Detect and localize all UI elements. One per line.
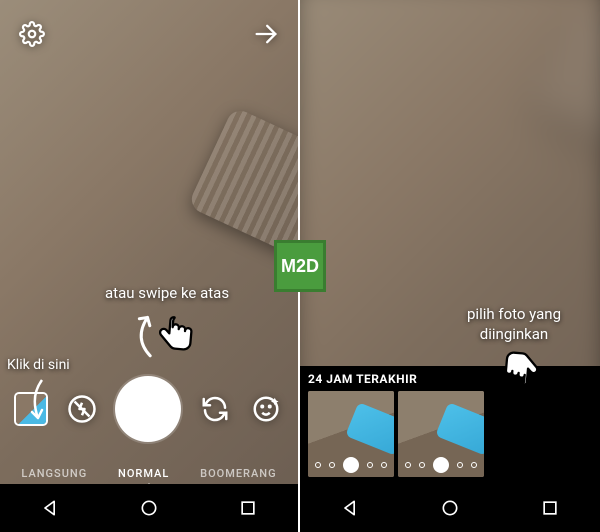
arrow-to-thumbnail: [24, 378, 54, 426]
gallery-panel[interactable]: 24 JAM TERAKHIR: [300, 366, 600, 484]
nav-back-button[interactable]: [32, 490, 68, 526]
settings-button[interactable]: [14, 16, 50, 52]
flash-off-icon: [67, 394, 97, 424]
watermark-badge: M2D: [274, 240, 326, 292]
android-navbar: [0, 484, 298, 532]
gallery-photo-2[interactable]: [398, 391, 484, 477]
circle-home-icon: [139, 498, 159, 518]
capture-modes[interactable]: LANGSUNG NORMAL BOOMERANG: [0, 467, 298, 480]
pick-line1: pilih foto yang: [467, 305, 561, 323]
mode-live[interactable]: LANGSUNG: [21, 467, 87, 480]
nav-home-button[interactable]: [432, 490, 468, 526]
hand-pointer-down-icon: [497, 344, 545, 392]
gallery-row: [308, 391, 592, 477]
swipe-up-gesture: [152, 310, 200, 362]
point-down-gesture: [497, 344, 545, 396]
switch-camera-button[interactable]: [197, 391, 233, 427]
android-navbar: [300, 484, 600, 532]
switch-camera-icon: [200, 394, 230, 424]
screenshot-left: atau swipe ke atas Klik di sini LANGSUNG…: [0, 0, 300, 532]
camera-viewfinder: [0, 0, 298, 532]
story-top-bar: [0, 12, 298, 56]
nav-home-button[interactable]: [131, 490, 167, 526]
screenshot-right: pilih foto yang diinginkan 24 JAM TERAKH…: [300, 0, 600, 532]
face-sparkle-icon: [251, 394, 281, 424]
nav-back-button[interactable]: [332, 490, 368, 526]
forward-button[interactable]: [248, 16, 284, 52]
gallery-photo-1[interactable]: [308, 391, 394, 477]
arrow-right-icon: [252, 20, 280, 48]
gallery-section-header: 24 JAM TERAKHIR: [308, 372, 592, 386]
swipe-curve-icon: [128, 310, 160, 360]
click-annotation: Klik di sini: [7, 356, 70, 374]
circle-home-icon: [440, 498, 460, 518]
mode-boomerang[interactable]: BOOMERANG: [200, 467, 276, 480]
flash-button[interactable]: [64, 391, 100, 427]
triangle-back-icon: [40, 498, 60, 518]
square-recents-icon: [540, 498, 560, 518]
mode-normal[interactable]: NORMAL: [118, 467, 169, 480]
square-recents-icon: [238, 498, 258, 518]
pick-photo-annotation: pilih foto yang diinginkan: [467, 305, 561, 344]
pick-line2: diinginkan: [480, 325, 548, 343]
shutter-button[interactable]: [115, 376, 181, 442]
face-filters-button[interactable]: [248, 391, 284, 427]
swipe-annotation: atau swipe ke atas: [105, 284, 229, 304]
gear-icon: [19, 21, 45, 47]
nav-recents-button[interactable]: [532, 490, 568, 526]
subject-object-blurred: [532, 0, 600, 181]
nav-recents-button[interactable]: [230, 490, 266, 526]
triangle-back-icon: [340, 498, 360, 518]
